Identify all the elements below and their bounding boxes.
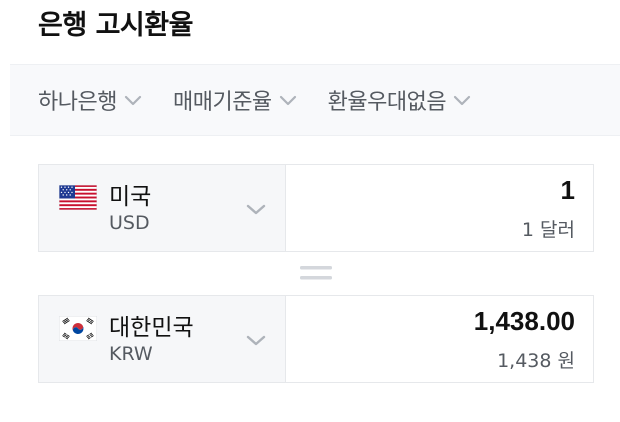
us-flag-icon [59, 185, 97, 210]
from-currency-name: 미국 [109, 184, 152, 210]
to-amount-text: 1,438 원 [497, 350, 575, 372]
to-currency-name: 대한민국 [109, 315, 194, 341]
preferential-rate-filter-label: 환율우대없음 [327, 90, 447, 115]
to-currency-row: 대한민국 KRW 1,438.00 1,438 원 [38, 295, 594, 383]
from-currency-code: USD [109, 212, 150, 234]
rate-type-filter[interactable]: 매매기준율 [173, 84, 298, 116]
to-currency-code: KRW [109, 343, 153, 365]
bank-filter-label: 하나은행 [38, 90, 117, 115]
bank-filter[interactable]: 하나은행 [38, 84, 143, 116]
chevron-down-icon [246, 335, 266, 346]
to-currency-select[interactable]: 대한민국 KRW [39, 296, 286, 382]
from-currency-row: 미국 USD 1 1 달러 [38, 164, 594, 252]
from-amount: 1 [560, 175, 575, 205]
equals-icon [300, 266, 332, 280]
from-currency-select[interactable]: 미국 USD [39, 165, 286, 251]
chevron-down-icon [454, 95, 471, 106]
kr-flag-icon [59, 316, 97, 341]
filter-bar: 하나은행 매매기준율 환율우대없음 [10, 64, 620, 136]
from-amount-text: 1 달러 [521, 219, 575, 241]
preferential-rate-filter[interactable]: 환율우대없음 [328, 84, 472, 116]
chevron-down-icon [246, 204, 266, 215]
to-amount-field[interactable]: 1,438.00 1,438 원 [286, 296, 593, 382]
rate-type-filter-label: 매매기준율 [172, 90, 272, 115]
page-title: 은행 고시환율 [38, 10, 193, 41]
chevron-down-icon [124, 95, 142, 106]
to-amount: 1,438.00 [473, 306, 575, 336]
chevron-down-icon [279, 95, 296, 106]
from-amount-field[interactable]: 1 1 달러 [286, 165, 593, 251]
